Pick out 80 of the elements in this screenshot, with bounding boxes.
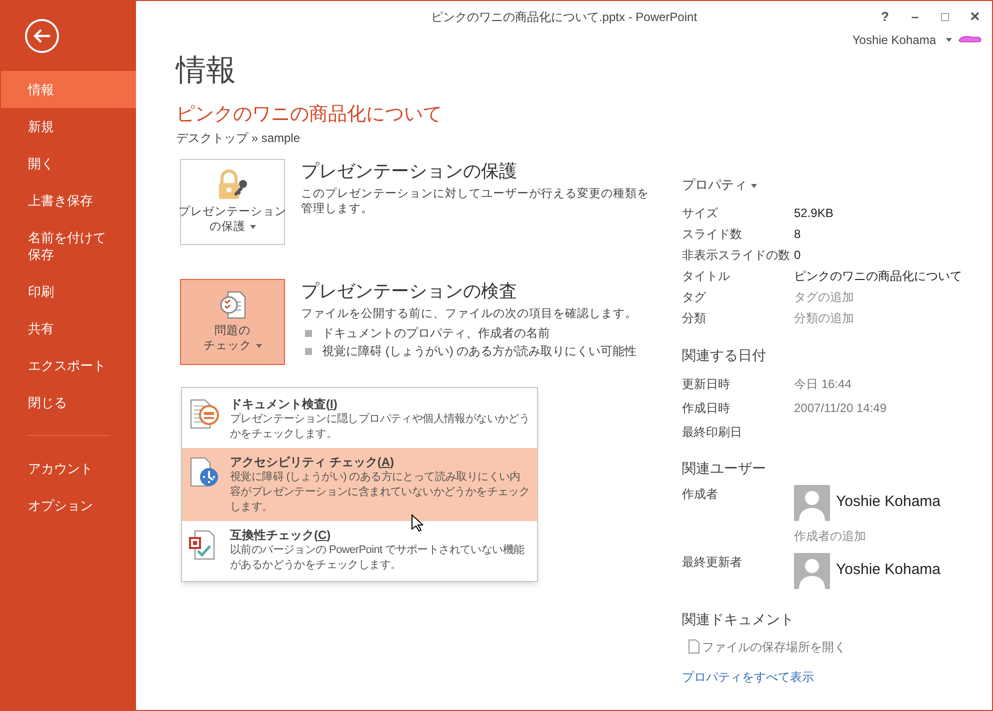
nav-item[interactable]: 新規	[1, 108, 136, 145]
date-label: 最終印刷日	[682, 424, 743, 440]
menu-item[interactable]: アクセシビリティ チェック(A) 視覚に障碍 (しょうがい) のある方にとって読み取りにくい内容がプレゼンテーションに含まれていないかどうかをチェックします。	[182, 448, 537, 521]
nav-item[interactable]: 開く	[1, 145, 136, 182]
property-value: 0	[794, 247, 801, 264]
bullet-text: 視覚に障碍 (しょうがい) のある方が読み取りにくい可能性	[322, 344, 637, 358]
property-value[interactable]: 分類の追加	[794, 309, 854, 327]
menu-item-title: ドキュメント検査(I)	[230, 396, 338, 412]
property-value: ピンクのワニの商品化について	[794, 268, 962, 285]
property-label: タイトル	[682, 268, 731, 285]
caret-icon	[946, 38, 952, 42]
date-value: 2007/11/20 14:49	[794, 400, 887, 416]
avatar-icon	[794, 552, 830, 588]
property-label: スライド数	[682, 226, 743, 243]
caret-icon	[250, 224, 256, 229]
window-control[interactable]: –	[908, 7, 922, 27]
file-icon	[688, 639, 700, 654]
window-control[interactable]: ✕	[968, 7, 982, 27]
date-label: 更新日時	[682, 376, 731, 392]
section-button[interactable]: プレゼンテーション の保護	[180, 159, 285, 245]
property-label: サイズ	[682, 205, 719, 222]
property-label: タグ	[682, 289, 708, 306]
menu-item-title: 互換性チェック(C)	[230, 527, 332, 543]
property-label: 分類	[682, 310, 707, 327]
menu-item-description: 視覚に障碍 (しょうがい) のある方にとって読み取りにくい内容がプレゼンテーションに含まれていないかどうかをチェックします。	[230, 470, 530, 515]
menu-item[interactable]: ドキュメント検査(I) プレゼンテーションに隠しプロパティや個人情報がないかどうかをチェックします。	[182, 390, 537, 448]
window-control[interactable]: ?	[878, 7, 892, 27]
open-location-link[interactable]: ファイルの保存場所を開く	[688, 638, 846, 656]
user-name: Yoshie Kohama	[836, 560, 941, 580]
user-role-label: 作成者	[682, 486, 719, 502]
section-description: ファイルを公開する前に、ファイルの次の項目を確認します。	[301, 307, 638, 322]
mouse-cursor-icon	[411, 514, 423, 532]
property-value[interactable]: タグの追加	[794, 288, 854, 306]
section-description: このプレゼンテーションに対してユーザーが行える変更の種類を管理します。	[301, 187, 650, 217]
nav-item[interactable]: 情報	[1, 71, 136, 108]
property-value: 8	[794, 226, 801, 243]
nav-item[interactable]: 上書き保存	[1, 182, 136, 219]
back-button[interactable]	[25, 19, 59, 53]
window-control[interactable]: □	[938, 7, 952, 27]
caret-icon	[751, 184, 757, 188]
section-heading: 関連する日付	[682, 346, 767, 364]
section-title: プレゼンテーションの検査	[301, 280, 518, 303]
section-title: プレゼンテーションの保護	[301, 160, 518, 183]
window-title: ピンクのワニの商品化について.pptx - PowerPoint	[430, 9, 698, 26]
bullet-icon	[305, 330, 312, 336]
nav-item[interactable]: 印刷	[1, 273, 136, 310]
file-path: デスクトップ » sample	[176, 130, 302, 147]
add-author-link[interactable]: 作成者の追加	[794, 526, 941, 544]
user-role-label: 最終更新者	[682, 554, 743, 570]
date-label: 作成日時	[682, 400, 731, 416]
menu-item-title: アクセシビリティ チェック(A)	[230, 454, 396, 470]
user-name: Yoshie Kohama	[836, 492, 941, 512]
document-title: ピンクのワニの商品化について	[176, 103, 443, 127]
bullet-icon	[305, 348, 312, 354]
date-value: 今日 16:44	[794, 376, 852, 392]
nav-item[interactable]: エクスポート	[1, 347, 136, 384]
menu-item[interactable]: 互換性チェック(C) 以前のバージョンの PowerPoint でサポートされていない機能があるかどうかをチェックします。	[182, 521, 537, 579]
document-accessibility-icon	[188, 456, 220, 488]
menu-item-description: プレゼンテーションに隠しプロパティや個人情報がないかどうかをチェックします。	[230, 412, 530, 442]
checklist-icon	[218, 290, 248, 320]
nav-item[interactable]: 名前を付けて 保存	[1, 219, 136, 273]
back-arrow-icon	[33, 29, 51, 43]
nav-item[interactable]: オプション	[1, 487, 136, 524]
property-value: 52.9KB	[794, 205, 834, 222]
property-label: 非表示スライドの数	[682, 247, 791, 264]
avatar-icon	[794, 484, 830, 520]
section-heading: 関連ドキュメント	[682, 610, 795, 628]
section-heading[interactable]: プロパティ	[682, 175, 992, 194]
document-icon	[188, 398, 220, 430]
nav-item[interactable]: 共有	[1, 310, 136, 347]
user-menu[interactable]: Yoshie Kohama	[852, 31, 936, 49]
bullet-text: ドキュメントのプロパティ、作成者の名前	[322, 326, 550, 340]
page-heading: 情報	[176, 53, 237, 89]
section-button[interactable]: 問題の チェック	[180, 279, 285, 365]
nav-item[interactable]: アカウント	[1, 450, 136, 487]
caret-icon	[256, 344, 262, 348]
nav-item[interactable]: 閉じる	[1, 384, 136, 421]
section-heading: 関連ユーザー	[682, 458, 767, 478]
show-all-properties-link[interactable]: プロパティをすべて表示	[682, 668, 814, 686]
menu-item-description: 以前のバージョンの PowerPoint でサポートされていない機能があるかどうかをチェックします。	[230, 543, 526, 573]
